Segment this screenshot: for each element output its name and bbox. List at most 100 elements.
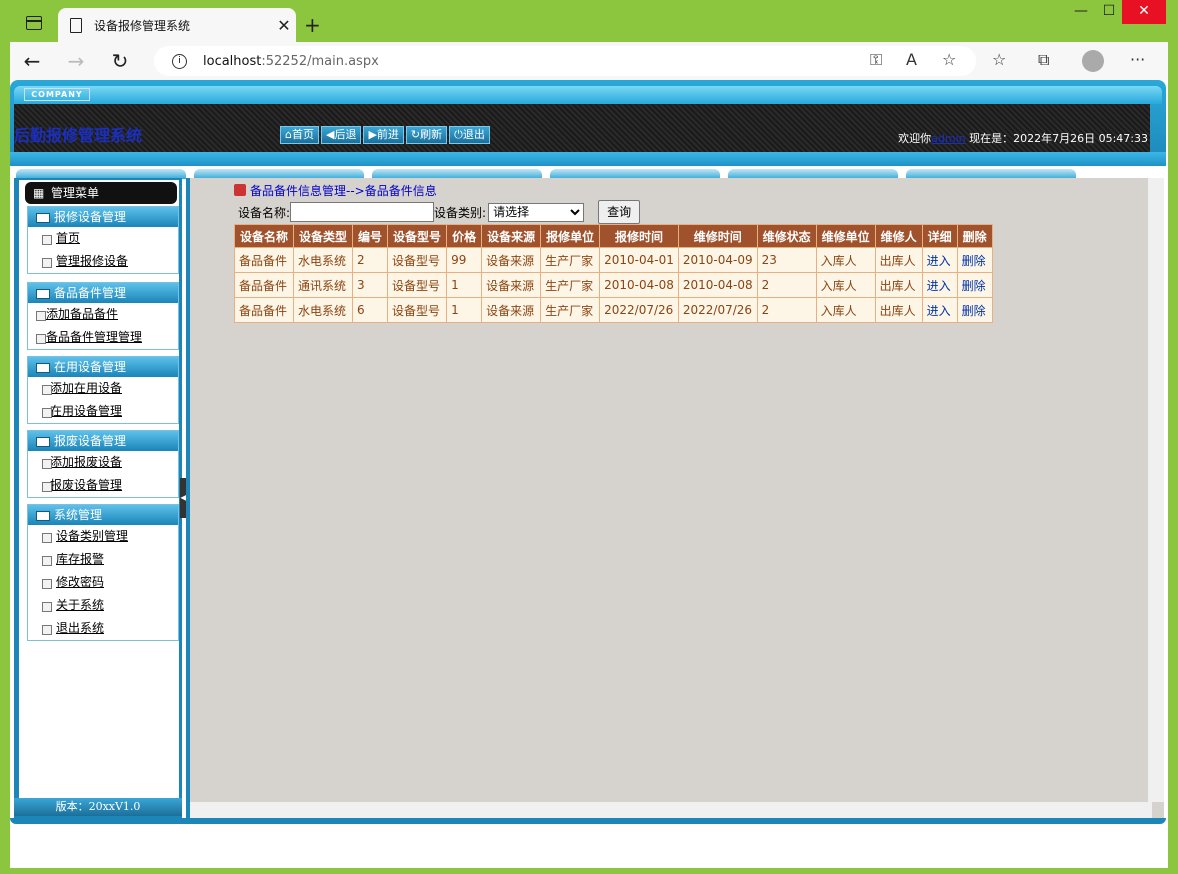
- menu-group-title[interactable]: 报废设备管理: [28, 431, 178, 451]
- detail-link[interactable]: 进入: [921, 247, 958, 273]
- menu-item[interactable]: 报废设备管理: [28, 474, 178, 497]
- menu-item-label[interactable]: 添加报废设备: [50, 455, 122, 469]
- menu-item-label[interactable]: 退出系统: [56, 621, 104, 635]
- menu-group-repair: 报修设备管理 首页 管理报修设备: [27, 206, 179, 274]
- menu-item-label[interactable]: 管理报修设备: [56, 254, 128, 268]
- menu-item-label[interactable]: 添加在用设备: [50, 381, 122, 395]
- menu-item-label[interactable]: 首页: [56, 231, 80, 245]
- horizontal-scrollbar[interactable]: [190, 802, 1152, 818]
- cell: 备品备件: [233, 247, 295, 273]
- cell: 2010-04-08: [599, 272, 679, 298]
- name-label: 设备名称:: [238, 205, 291, 220]
- user-link[interactable]: admin: [931, 132, 965, 145]
- cell: 通讯系统: [293, 272, 354, 298]
- delete-link[interactable]: 删除: [956, 297, 993, 323]
- menu-item[interactable]: 管理报修设备: [28, 250, 178, 273]
- favorites-icon[interactable]: ☆: [992, 50, 1006, 69]
- cell: 设备型号: [387, 272, 448, 298]
- menu-item[interactable]: 添加报废设备: [28, 451, 178, 474]
- back-icon[interactable]: ←: [10, 49, 54, 73]
- profile-icon[interactable]: [1082, 50, 1104, 72]
- device-name-input[interactable]: [290, 202, 435, 222]
- spares-table: 设备名称 设备类型 编号 设备型号 价格 设备来源 报修单位 报修时间 维修时间…: [233, 224, 993, 323]
- delete-link[interactable]: 删除: [956, 247, 993, 273]
- now-label: 现在是：: [969, 132, 1014, 145]
- forward-button[interactable]: ▶前进: [363, 126, 404, 144]
- menu-item[interactable]: 退出系统: [28, 617, 178, 640]
- col-header: 维修状态: [756, 224, 817, 248]
- menu-item[interactable]: 在用设备管理: [28, 400, 178, 423]
- key-icon[interactable]: ⚿: [870, 50, 882, 70]
- category-select[interactable]: 请选择: [488, 202, 585, 222]
- collections-icon[interactable]: ⧉: [1038, 50, 1049, 70]
- more-icon[interactable]: ···: [1130, 50, 1145, 69]
- menu-item[interactable]: 设备类别管理: [28, 525, 178, 548]
- cell: 设备型号: [387, 297, 448, 323]
- menu-item-label[interactable]: 修改密码: [56, 575, 104, 589]
- menu-item[interactable]: 首页: [28, 227, 178, 250]
- cell: 水电系统: [293, 247, 354, 273]
- logout-button[interactable]: ⏻退出: [449, 126, 490, 144]
- window-close-icon[interactable]: ✕: [1122, 0, 1166, 24]
- refresh-icon[interactable]: ↻: [98, 49, 142, 73]
- cell: 设备来源: [481, 297, 542, 323]
- menu-item-label[interactable]: 库存报警: [56, 552, 104, 566]
- menu-group-title[interactable]: 系统管理: [28, 505, 178, 525]
- col-header: 设备名称: [233, 224, 295, 248]
- col-header: 价格: [446, 224, 483, 248]
- table-row: 备品备件 通讯系统 3 设备型号 1 设备来源 生产厂家 2010-04-08 …: [233, 272, 993, 298]
- url-path: :52252/main.aspx: [261, 53, 379, 69]
- top-nav: ⌂首页 ◀后退 ▶前进 ↻刷新 ⏻退出: [280, 126, 490, 144]
- menu-item-label[interactable]: 报废设备管理: [50, 478, 122, 492]
- menu-item-label[interactable]: 关于系统: [56, 598, 104, 612]
- sidebar-panel: 管理菜单 报修设备管理 首页 管理报修设备 备品备件管理 添加备品备件 备品备件…: [19, 180, 179, 798]
- cell: 2: [352, 247, 389, 273]
- browser-tab[interactable]: 设备报修管理系统 ✕: [58, 8, 296, 42]
- home-button[interactable]: ⌂首页: [280, 126, 319, 144]
- new-tab-icon[interactable]: +: [304, 13, 321, 37]
- cell: 2: [756, 272, 817, 298]
- header-strip: [14, 86, 1162, 104]
- menu-item-label[interactable]: 在用设备管理: [50, 404, 122, 418]
- version-label: 版本：20xxV1.0: [14, 798, 182, 816]
- menu-group-inuse: 在用设备管理 添加在用设备 在用设备管理: [27, 356, 179, 424]
- cell: 入库人: [815, 247, 876, 273]
- close-tab-icon[interactable]: ✕: [272, 16, 296, 35]
- back-button[interactable]: ◀后退: [320, 126, 362, 144]
- col-header: 维修单位: [815, 224, 876, 248]
- favorite-add-icon[interactable]: ☆: [942, 50, 956, 69]
- delete-link[interactable]: 删除: [956, 272, 993, 298]
- url-field[interactable]: i localhost:52252/main.aspx: [154, 46, 976, 76]
- address-bar: ← → ↻ i localhost:52252/main.aspx ⚿ A ☆ …: [10, 42, 1168, 80]
- minimize-icon[interactable]: —: [1066, 0, 1096, 24]
- refresh-button[interactable]: ↻刷新: [405, 126, 448, 144]
- col-header: 报修时间: [599, 224, 679, 248]
- menu-item[interactable]: 添加在用设备: [28, 377, 178, 400]
- forward-icon[interactable]: →: [54, 49, 98, 73]
- menu-group-title[interactable]: 备品备件管理: [28, 283, 178, 303]
- menu-item-label[interactable]: 备品备件管理管理: [46, 330, 142, 344]
- menu-item[interactable]: 备品备件管理管理: [28, 326, 178, 349]
- detail-link[interactable]: 进入: [921, 272, 958, 298]
- cell: 99: [446, 247, 483, 273]
- page-bottom-border: [10, 818, 1166, 824]
- search-button[interactable]: 查询: [598, 200, 641, 224]
- menu-item-label[interactable]: 设备类别管理: [56, 529, 128, 543]
- tab-title: 设备报修管理系统: [94, 18, 191, 33]
- menu-item[interactable]: 关于系统: [28, 594, 178, 617]
- menu-item-label[interactable]: 添加备品备件: [46, 307, 118, 321]
- menu-group-title[interactable]: 在用设备管理: [28, 357, 178, 377]
- maximize-icon[interactable]: ☐: [1094, 0, 1124, 24]
- cell: 2010-04-09: [677, 247, 758, 273]
- menu-group-title[interactable]: 报修设备管理: [28, 207, 178, 227]
- detail-link[interactable]: 进入: [921, 297, 958, 323]
- vertical-scrollbar[interactable]: [1148, 178, 1164, 802]
- menu-item[interactable]: 修改密码: [28, 571, 178, 594]
- info-icon[interactable]: i: [172, 53, 187, 69]
- menu-item[interactable]: 添加备品备件: [28, 303, 178, 326]
- welcome-text: 欢迎你admin 现在是：2022年7月26日 05:47:33: [898, 130, 1148, 146]
- menu-group-scrap: 报废设备管理 添加报废设备 报废设备管理: [27, 430, 179, 498]
- read-aloud-icon[interactable]: A: [906, 50, 917, 69]
- tab-actions-icon[interactable]: [26, 16, 42, 30]
- menu-item[interactable]: 库存报警: [28, 548, 178, 571]
